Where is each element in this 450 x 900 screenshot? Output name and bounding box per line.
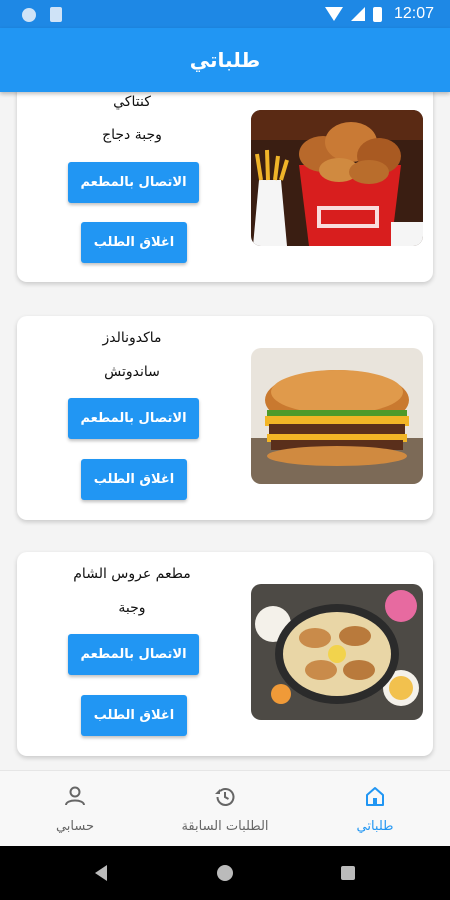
notification-dot-icon (22, 7, 36, 22)
orders-list[interactable]: كنتاكي وجبة دجاج الاتصال بالمطعم اغلاق ا… (0, 92, 450, 770)
battery-icon (372, 6, 382, 22)
back-icon[interactable] (95, 865, 107, 881)
signal-icon (350, 7, 365, 21)
order-image (251, 584, 423, 720)
person-icon (65, 786, 85, 806)
order-image (251, 348, 423, 484)
shawarma-platter-image (251, 584, 423, 720)
home-icon (366, 787, 384, 806)
burger-image (251, 348, 423, 484)
close-order-button[interactable]: اغلاق الطلب (81, 222, 187, 263)
call-restaurant-button[interactable]: الاتصال بالمطعم (68, 162, 199, 203)
page-title: طلباتي (189, 48, 261, 72)
close-order-button[interactable]: اغلاق الطلب (81, 459, 187, 500)
system-navigation-bar (0, 846, 450, 900)
call-restaurant-button[interactable]: الاتصال بالمطعم (68, 398, 199, 439)
wifi-icon (324, 7, 343, 21)
meal-name: وجبة (118, 600, 146, 616)
order-image (251, 110, 423, 246)
nav-label: طلباتي (356, 819, 394, 834)
bottom-navigation: حسابي الطلبات السابقة طلباتي (0, 770, 450, 846)
sim-card-icon (50, 7, 62, 22)
status-bar: 12:07 (0, 0, 450, 28)
meal-name: ساندوتش (104, 364, 160, 380)
nav-item-account[interactable]: حسابي (20, 771, 130, 847)
nav-label: الطلبات السابقة (181, 819, 269, 834)
order-card: ماكدونالدز ساندوتش الاتصال بالمطعم اغلاق… (17, 316, 433, 520)
system-home-icon[interactable] (217, 865, 233, 881)
history-icon (215, 788, 235, 806)
order-card: مطعم عروس الشام وجبة الاتصال بالمطعم اغل… (17, 552, 433, 756)
nav-label: حسابي (55, 819, 95, 834)
restaurant-name: مطعم عروس الشام (73, 566, 191, 582)
restaurant-name: ماكدونالدز (102, 330, 162, 346)
recent-apps-icon[interactable] (341, 866, 355, 880)
restaurant-name: كنتاكي (113, 94, 151, 110)
status-time: 12:07 (393, 5, 434, 22)
fried-chicken-image (251, 110, 423, 246)
nav-item-previous-orders[interactable]: الطلبات السابقة (160, 771, 290, 847)
app-bar: طلباتي (0, 28, 450, 92)
close-order-button[interactable]: اغلاق الطلب (81, 695, 187, 736)
meal-name: وجبة دجاج (102, 127, 162, 143)
order-card: كنتاكي وجبة دجاج الاتصال بالمطعم اغلاق ا… (17, 92, 433, 282)
call-restaurant-button[interactable]: الاتصال بالمطعم (68, 634, 199, 675)
nav-item-my-orders[interactable]: طلباتي (320, 771, 430, 847)
